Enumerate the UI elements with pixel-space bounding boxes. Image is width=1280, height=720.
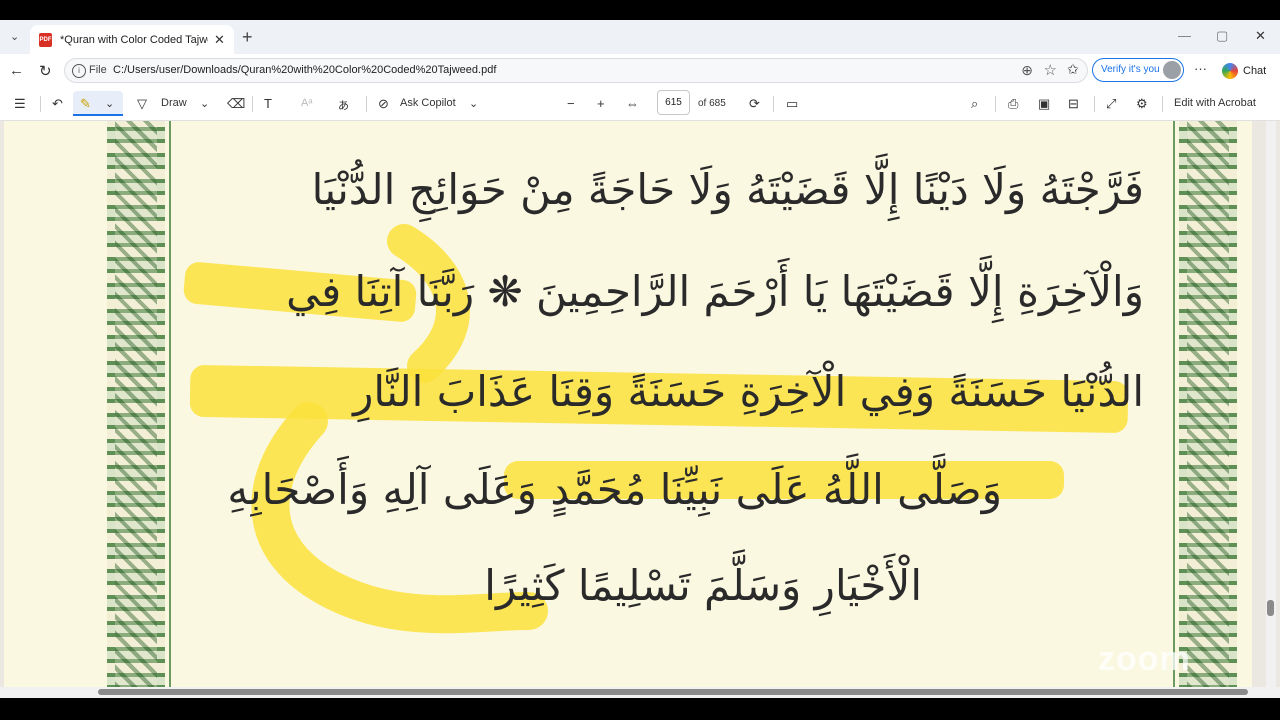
toolbar-divider xyxy=(40,96,41,112)
back-arrow-icon[interactable]: ← xyxy=(9,62,24,79)
favorites-icon[interactable]: ✩ xyxy=(1067,61,1079,78)
page-total: of 685 xyxy=(698,98,726,109)
tab-pdf[interactable]: PDF *Quran with Color Coded Tajweed ✕ xyxy=(30,25,234,54)
close-window-button[interactable]: ✕ xyxy=(1255,28,1266,44)
restore-button[interactable]: ▢ xyxy=(1216,28,1228,44)
toolbar-divider xyxy=(1094,96,1095,112)
copilot-pdf-icon[interactable]: ⊘ xyxy=(378,96,389,112)
search-icon[interactable]: ⌕ xyxy=(971,96,978,112)
tab-title: *Quran with Color Coded Tajweed xyxy=(60,33,208,46)
toolbar-divider xyxy=(252,96,253,112)
page-number-input[interactable]: 615 xyxy=(657,90,690,115)
ask-copilot-button[interactable]: Ask Copilot xyxy=(400,97,456,109)
pdf-toolbar xyxy=(0,87,1280,121)
avatar xyxy=(1163,61,1181,79)
arabic-text-line: الْأَخْيَارِ وَسَلَّمَ تَسْلِيمًا كَثِير… xyxy=(484,561,922,610)
verify-label: Verify it's you xyxy=(1101,64,1160,75)
verify-profile-button[interactable]: Verify it's you xyxy=(1092,58,1184,82)
chevron-down-icon[interactable]: ⌄ xyxy=(105,97,114,110)
screen-bottom-border xyxy=(0,698,1280,720)
arabic-text-line: فَرَّجْتَهُ وَلَا دَيْنًا إِلَّا قَضَيْت… xyxy=(311,165,1144,214)
arabic-text-line: وَالْآخِرَةِ إِلَّا قَضَيْتَهَا يَا أَرْ… xyxy=(286,267,1144,316)
copilot-chat-button[interactable]: Chat xyxy=(1222,63,1266,79)
toolbar-divider xyxy=(995,96,996,112)
toolbar-divider xyxy=(1162,96,1163,112)
screen-top-border xyxy=(0,0,1280,20)
highlighter-icon[interactable]: ✎ xyxy=(80,96,91,112)
more-menu-icon[interactable]: ··· xyxy=(1194,61,1207,76)
url-text[interactable]: C:/Users/user/Downloads/Quran%20with%20C… xyxy=(113,64,496,76)
file-scheme-label: File xyxy=(89,64,107,76)
address-bar[interactable]: i File C:/Users/user/Downloads/Quran%20w… xyxy=(64,58,1088,83)
print-icon[interactable]: ⎙ xyxy=(1008,96,1018,112)
favorite-star-icon[interactable]: ☆ xyxy=(1044,61,1057,79)
pdf-file-icon: PDF xyxy=(39,32,52,47)
tab-actions-menu[interactable]: ⌄ xyxy=(10,30,19,43)
new-tab-button[interactable]: + xyxy=(242,27,253,48)
draw-button[interactable]: Draw xyxy=(161,97,187,109)
copilot-icon xyxy=(1222,63,1238,79)
edit-with-acrobat-button[interactable]: Edit with Acrobat xyxy=(1174,97,1256,109)
minimize-button[interactable]: — xyxy=(1178,28,1191,43)
chevron-down-icon[interactable]: ⌄ xyxy=(200,97,209,110)
undo-icon[interactable]: ↶ xyxy=(52,96,63,112)
horizontal-scroll-thumb[interactable] xyxy=(98,689,1248,695)
pdf-page: فَرَّجْتَهُ وَلَا دَيْنًا إِلَّا قَضَيْت… xyxy=(4,121,1252,687)
page-view-icon[interactable]: ▭ xyxy=(786,96,798,112)
zoom-icon[interactable]: ⊕ xyxy=(1021,62,1033,79)
fit-page-icon[interactable]: ⇔ xyxy=(626,96,639,111)
save-icon[interactable]: ▣ xyxy=(1038,96,1050,112)
contents-list-icon[interactable]: ☰ xyxy=(14,96,26,112)
zoom-in-icon[interactable]: + xyxy=(597,96,605,111)
reload-icon[interactable]: ↻ xyxy=(39,62,52,80)
text-box-icon[interactable]: T xyxy=(264,96,272,111)
save-as-icon[interactable]: ⊟ xyxy=(1068,96,1079,112)
toolbar-divider xyxy=(366,96,367,112)
arabic-text-line: وَصَلَّى اللَّهُ عَلَى نَبِيِّنَا مُحَمَ… xyxy=(227,465,1002,514)
chat-label: Chat xyxy=(1243,64,1267,77)
zoom-out-icon[interactable]: − xyxy=(567,96,575,111)
toolbar-divider xyxy=(773,96,774,112)
tab-close-icon[interactable]: ✕ xyxy=(214,32,225,48)
eraser-icon[interactable]: ⌫ xyxy=(227,96,245,112)
chevron-down-icon[interactable]: ⌄ xyxy=(469,97,478,110)
pdf-viewport[interactable]: فَرَّجْتَهُ وَلَا دَيْنًا إِلَّا قَضَيْت… xyxy=(0,121,1280,687)
rotate-icon[interactable]: ⟳ xyxy=(749,96,760,112)
draw-pen-icon[interactable]: ▽ xyxy=(137,96,147,112)
font-size-icon: Aᵃ xyxy=(301,97,313,109)
fullscreen-icon[interactable]: ⤢ xyxy=(1106,96,1116,112)
translate-icon[interactable]: あ xyxy=(338,97,349,113)
settings-gear-icon[interactable]: ⚙ xyxy=(1136,96,1148,112)
info-icon[interactable]: i xyxy=(72,64,86,78)
arabic-text-line: الدُّنْيَا حَسَنَةً وَفِي الْآخِرَةِ حَس… xyxy=(353,367,1144,416)
zoom-watermark: zoom xyxy=(1098,640,1191,678)
vertical-scroll-thumb[interactable] xyxy=(1267,600,1274,616)
